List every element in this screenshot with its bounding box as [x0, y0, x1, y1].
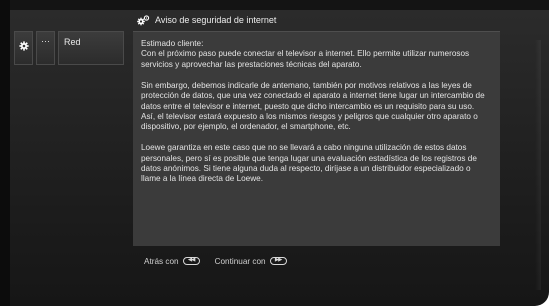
dialog-paragraph-2: Sin embargo, debemos indicarle de antema…: [141, 80, 485, 132]
menu-bar: ··· Red: [14, 31, 124, 65]
tv-screen: ··· Red Aviso de seguridad de internet E…: [0, 0, 549, 306]
dialog-paragraph-1: Estimado cliente: Con el próximo paso pu…: [141, 39, 470, 69]
footer-bar: Atrás con ◀◀ Continuar con ▶▶: [144, 254, 302, 268]
screen-edge-highlight: [535, 40, 541, 290]
more-label: ···: [41, 36, 50, 46]
back-label: Atrás con: [144, 256, 179, 266]
dialog-body: Estimado cliente: Con el próximo paso pu…: [133, 31, 500, 246]
forward-key-icon: ▶▶: [269, 257, 287, 265]
continue-action[interactable]: Continuar con ▶▶: [215, 257, 287, 266]
menu-tile-red[interactable]: Red: [58, 31, 124, 65]
rewind-key-icon: ◀◀: [182, 257, 200, 265]
left-strip: [0, 0, 10, 306]
gear-icon: [18, 41, 29, 51]
menu-tile-settings[interactable]: [14, 31, 33, 65]
dialog-title: Aviso de seguridad de internet: [155, 15, 277, 25]
dialog-paragraph-3: Loewe garantiza en este caso que no se l…: [141, 143, 477, 184]
continue-label: Continuar con: [214, 256, 266, 266]
back-action[interactable]: Atrás con ◀◀: [144, 257, 200, 266]
gears-icon: [137, 14, 150, 25]
dialog-title-bar: Aviso de seguridad de internet: [132, 9, 502, 31]
red-label: Red: [64, 37, 81, 47]
menu-tile-more[interactable]: ···: [36, 31, 55, 65]
